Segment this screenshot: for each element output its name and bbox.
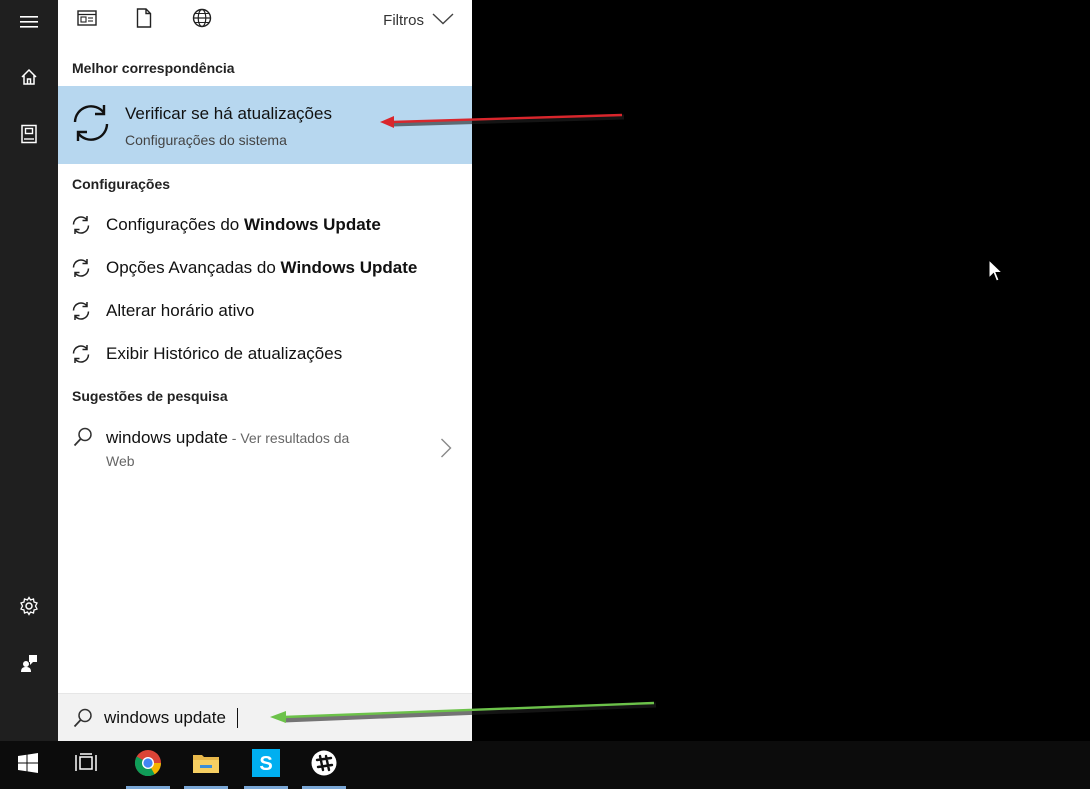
svg-text:S: S [259,753,272,775]
filters-dropdown[interactable]: Filtros [383,8,454,32]
start-button[interactable] [4,741,52,789]
best-match-title: Verificar se há atualizações [125,104,332,123]
sync-icon [70,257,92,279]
setting-item-active-hours[interactable]: Alterar horário ativo [58,290,472,330]
home-button[interactable] [0,55,58,99]
home-icon [20,68,38,86]
skype-icon: S [252,748,280,782]
apps-filter-button[interactable] [71,6,103,34]
search-box [58,693,472,741]
search-panel: Filtros Melhor correspondência Verificar… [58,0,472,741]
setting-item-label: Opções Avançadas do Windows Update [106,258,418,277]
task-view-icon [75,752,97,778]
setting-item-label: Alterar horário ativo [106,301,255,320]
notebook-button[interactable] [0,112,58,156]
mouse-cursor-icon [988,258,1004,283]
windows-start-icon [18,752,38,778]
documents-icon [136,7,152,33]
chrome-icon [134,749,162,782]
skype-taskbar-button[interactable]: S [242,741,290,789]
setting-item-advanced-options[interactable]: Opções Avançadas do Windows Update [58,247,472,287]
web-filter-button[interactable] [186,6,218,34]
setting-item-windows-update[interactable]: Configurações do Windows Update [58,204,472,244]
start-rail [0,0,58,741]
search-suggestions-heading: Sugestões de pesquisa [72,388,228,404]
web-suggestion-item[interactable]: windows update - Ver resultados da Web [58,416,472,480]
setting-item-update-history[interactable]: Exibir Histórico de atualizações [58,333,472,373]
chevron-down-icon [432,12,454,29]
chevron-right-icon [440,438,452,458]
hamburger-icon [20,15,38,29]
best-match-subtitle: Configurações do sistema [125,132,287,148]
filter-toolbar: Filtros [58,0,472,40]
web-globe-icon [192,8,212,33]
setting-item-label: Exibir Histórico de atualizações [106,344,343,363]
slack-icon [311,750,337,781]
setting-item-label: Configurações do Windows Update [106,215,381,234]
documents-filter-button[interactable] [128,6,160,34]
suggestion-web-label: Web [106,453,135,469]
taskbar: S [0,741,1090,789]
suggestion-text: windows update - Ver resultados da [106,428,350,447]
task-view-button[interactable] [62,741,110,789]
chrome-taskbar-button[interactable] [124,741,172,789]
settings-button[interactable] [0,584,58,628]
search-input[interactable] [104,704,444,732]
sync-icon [70,343,92,365]
text-caret [237,708,238,728]
file-explorer-icon [192,751,220,780]
sync-icon [68,100,114,146]
search-icon [72,426,94,448]
best-match-heading: Melhor correspondência [72,60,235,76]
notebook-icon [20,124,38,144]
settings-heading: Configurações [72,176,171,192]
sync-icon [70,300,92,322]
settings-gear-icon [19,596,39,616]
feedback-button[interactable] [0,641,58,685]
search-icon [72,707,94,729]
file-explorer-taskbar-button[interactable] [182,741,230,789]
filters-label: Filtros [383,11,424,29]
menu-button[interactable] [0,0,58,44]
slack-taskbar-button[interactable] [300,741,348,789]
apps-icon [77,9,97,31]
feedback-icon [19,653,39,673]
sync-icon [70,214,92,236]
best-match-result[interactable]: Verificar se há atualizações Configuraçõ… [58,86,472,164]
